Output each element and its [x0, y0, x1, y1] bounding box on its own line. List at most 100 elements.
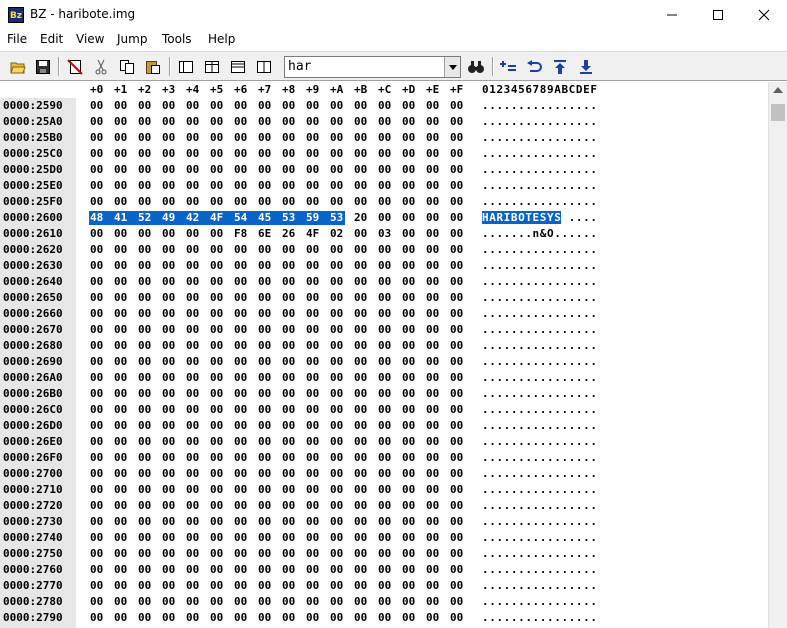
hex-byte[interactable]: 00	[114, 563, 127, 577]
hex-byte[interactable]: 00	[330, 147, 343, 161]
hex-byte[interactable]: 00	[114, 579, 127, 593]
hex-byte[interactable]: 00	[378, 147, 391, 161]
hex-byte[interactable]: 00	[354, 323, 367, 337]
hex-view[interactable]: +0 +1 +2 +3 +4 +5 +6 +7 +8 +9 +A +B +C +D +E +F 01234567…	[0, 82, 768, 628]
hex-byte[interactable]: 00	[186, 291, 199, 305]
menu-jump[interactable]: Jump	[117, 32, 147, 46]
hex-byte[interactable]: 00	[138, 387, 151, 401]
hex-byte[interactable]: 00	[306, 147, 319, 161]
hex-byte[interactable]: 00	[90, 163, 103, 177]
hex-byte[interactable]: 00	[402, 387, 415, 401]
hex-byte[interactable]: 00	[306, 515, 319, 529]
vertical-scrollbar[interactable]	[768, 82, 787, 628]
close-button[interactable]	[741, 0, 787, 30]
hex-byte[interactable]: 00	[234, 387, 247, 401]
hex-byte[interactable]: 00	[354, 403, 367, 417]
ascii-text[interactable]: ................	[482, 275, 598, 289]
hex-byte[interactable]: 00	[378, 259, 391, 273]
hex-byte[interactable]: 00	[282, 547, 295, 561]
hex-byte[interactable]: 00	[162, 259, 175, 273]
hex-byte[interactable]: 00	[354, 339, 367, 353]
hex-byte[interactable]: 00	[306, 275, 319, 289]
hex-byte[interactable]: 00	[330, 531, 343, 545]
hex-byte[interactable]: 00	[186, 163, 199, 177]
hex-byte[interactable]: 00	[378, 483, 391, 497]
find-button[interactable]	[465, 56, 487, 77]
hex-byte[interactable]: 00	[234, 371, 247, 385]
hex-byte[interactable]: 00	[210, 99, 223, 113]
ascii-text[interactable]: ................	[482, 147, 598, 161]
hex-byte[interactable]: 00	[450, 307, 463, 321]
hex-byte[interactable]: 00	[282, 579, 295, 593]
hex-byte[interactable]: 00	[402, 467, 415, 481]
hex-byte[interactable]: 00	[114, 275, 127, 289]
hex-byte[interactable]: 00	[306, 563, 319, 577]
hex-byte[interactable]: 00	[210, 355, 223, 369]
ascii-text[interactable]: ................	[482, 611, 598, 625]
ascii-text[interactable]: ................	[482, 259, 598, 273]
hex-byte[interactable]: 00	[258, 531, 271, 545]
hex-byte[interactable]: 53	[282, 211, 296, 225]
hex-byte[interactable]: 00	[402, 611, 415, 625]
hex-byte[interactable]: 53	[330, 211, 344, 225]
hex-byte[interactable]: 00	[450, 483, 463, 497]
hex-byte[interactable]: 00	[90, 291, 103, 305]
hex-byte[interactable]: 00	[354, 451, 367, 465]
hex-byte[interactable]: 00	[258, 195, 271, 209]
hex-byte[interactable]: 00	[258, 147, 271, 161]
hex-byte[interactable]: 00	[402, 483, 415, 497]
hex-byte[interactable]: 00	[354, 531, 367, 545]
hex-byte[interactable]: 00	[234, 147, 247, 161]
hex-byte[interactable]: 00	[114, 99, 127, 113]
hex-byte[interactable]: 00	[426, 531, 439, 545]
hex-byte[interactable]: 00	[402, 563, 415, 577]
hex-byte[interactable]: 00	[162, 531, 175, 545]
hex-byte[interactable]: 00	[426, 515, 439, 529]
hex-byte[interactable]: 00	[186, 483, 199, 497]
hex-byte[interactable]: 00	[90, 419, 103, 433]
hex-byte[interactable]: 00	[402, 595, 415, 609]
hex-byte[interactable]: 00	[378, 371, 391, 385]
hex-byte[interactable]: 00	[330, 339, 343, 353]
hex-byte[interactable]: 00	[186, 547, 199, 561]
ascii-text[interactable]: ................	[482, 435, 598, 449]
hex-byte[interactable]: 00	[426, 563, 439, 577]
hex-byte[interactable]: 00	[210, 403, 223, 417]
ascii-text[interactable]: ................	[482, 403, 598, 417]
hex-byte[interactable]: 00	[426, 179, 439, 193]
hex-byte[interactable]: 00	[186, 115, 199, 129]
hex-byte[interactable]: 00	[210, 435, 223, 449]
hex-byte[interactable]: 00	[90, 195, 103, 209]
hex-byte[interactable]: 00	[330, 467, 343, 481]
compare-button[interactable]	[497, 56, 519, 77]
hex-byte[interactable]: 00	[90, 147, 103, 161]
hex-byte[interactable]: 00	[138, 307, 151, 321]
hex-byte[interactable]: 00	[114, 179, 127, 193]
hex-byte[interactable]: 00	[306, 579, 319, 593]
hex-byte[interactable]: 00	[138, 275, 151, 289]
hex-byte[interactable]: 00	[90, 467, 103, 481]
hex-byte[interactable]: 00	[402, 307, 415, 321]
hex-byte[interactable]: 00	[330, 131, 343, 145]
ascii-text[interactable]: ................	[482, 451, 598, 465]
hex-byte[interactable]: 00	[306, 131, 319, 145]
hex-byte[interactable]: 00	[258, 115, 271, 129]
menu-tools[interactable]: Tools	[162, 32, 192, 46]
hex-byte[interactable]: 00	[138, 483, 151, 497]
hex-byte[interactable]: 00	[378, 451, 391, 465]
hex-byte[interactable]: 00	[162, 563, 175, 577]
hex-byte[interactable]: 00	[402, 579, 415, 593]
hex-byte[interactable]: 00	[114, 307, 127, 321]
hex-byte[interactable]: 00	[162, 371, 175, 385]
hex-byte[interactable]: 00	[258, 275, 271, 289]
hex-byte[interactable]: 00	[90, 323, 103, 337]
hex-byte[interactable]: 00	[114, 499, 127, 513]
hex-byte[interactable]: 00	[330, 115, 343, 129]
hex-byte[interactable]: 00	[90, 227, 103, 241]
hex-byte[interactable]: 00	[306, 547, 319, 561]
hex-byte[interactable]: 00	[90, 339, 103, 353]
hex-byte[interactable]: 00	[114, 227, 127, 241]
hex-byte[interactable]: 00	[426, 307, 439, 321]
hex-byte[interactable]: 00	[354, 435, 367, 449]
hex-byte[interactable]: 00	[90, 499, 103, 513]
